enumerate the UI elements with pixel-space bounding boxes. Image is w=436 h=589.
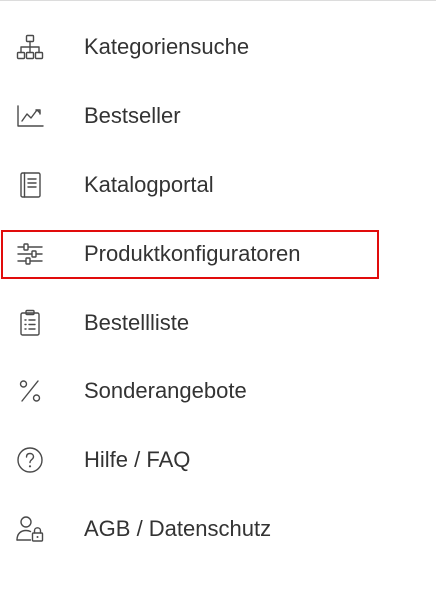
clipboard-list-icon (15, 308, 45, 338)
menu-item-label: Kategoriensuche (84, 34, 250, 60)
help-circle-icon (15, 445, 45, 475)
menu-item-bestseller[interactable]: Bestseller (0, 82, 436, 151)
menu-item-label: Hilfe / FAQ (84, 447, 191, 473)
menu-item-label: AGB / Datenschutz (84, 515, 272, 541)
menu-item-hilfe-faq[interactable]: Hilfe / FAQ (0, 426, 436, 495)
menu-item-label: Produktkonfiguratoren (84, 240, 301, 266)
side-menu: Kategoriensuche Bestseller Katalogportal (0, 13, 436, 563)
menu-item-agb-datenschutz[interactable]: AGB / Datenschutz (0, 495, 436, 564)
percent-icon (15, 376, 45, 406)
user-lock-icon (15, 514, 45, 544)
menu-item-label: Bestellliste (84, 309, 190, 335)
menu-item-sonderangebote[interactable]: Sonderangebote (0, 357, 436, 426)
trend-chart-icon (15, 101, 45, 131)
sitemap-icon (15, 32, 45, 62)
menu-item-katalogportal[interactable]: Katalogportal (0, 151, 436, 220)
book-icon (15, 170, 45, 200)
menu-item-bestellliste[interactable]: Bestellliste (0, 288, 436, 357)
menu-item-produktkonfiguratoren[interactable]: Produktkonfiguratoren (0, 219, 436, 288)
menu-item-label: Katalogportal (84, 171, 214, 197)
menu-item-label: Sonderangebote (84, 378, 247, 404)
top-divider (0, 0, 436, 1)
sliders-icon (15, 239, 45, 269)
menu-item-kategoriensuche[interactable]: Kategoriensuche (0, 13, 436, 82)
menu-item-label: Bestseller (84, 103, 181, 129)
